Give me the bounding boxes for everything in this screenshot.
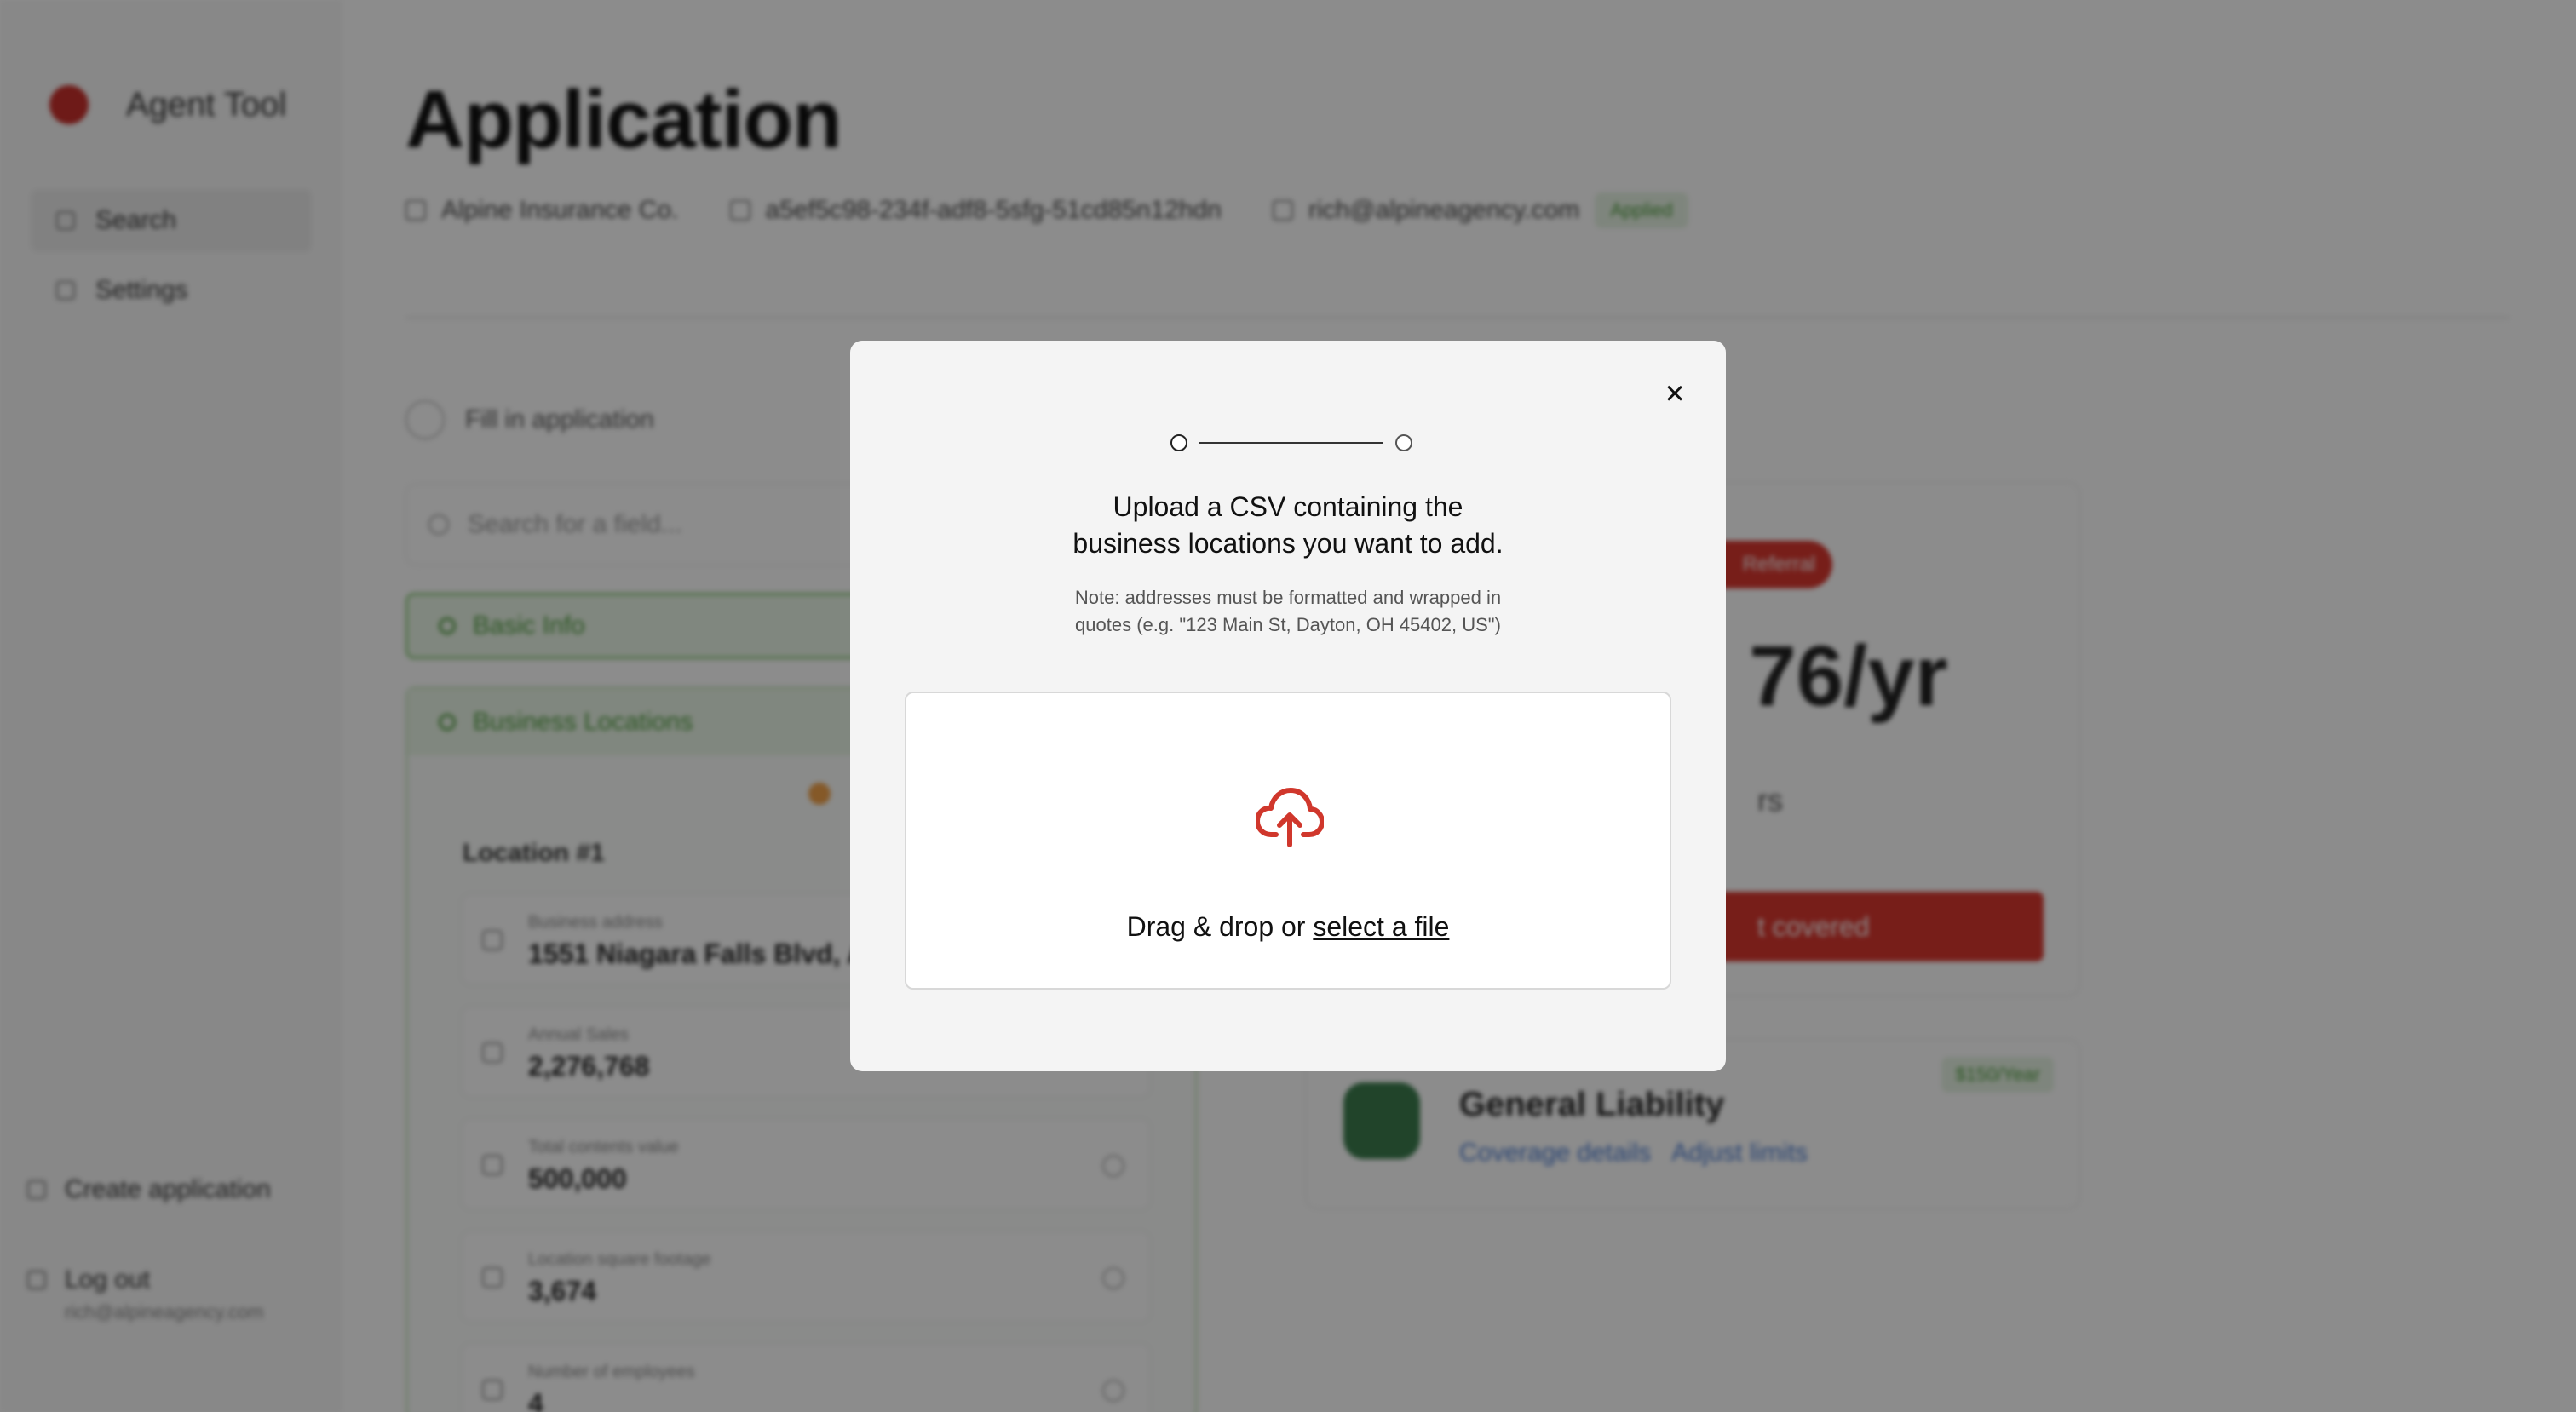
format-note: Note: addresses must be formatted and wr… <box>850 584 1726 639</box>
step-2-dot <box>1395 434 1412 451</box>
heading-line: Upload a CSV containing the <box>1113 491 1463 522</box>
select-file-link[interactable]: select a file <box>1313 911 1449 942</box>
note-line: quotes (e.g. "123 Main St, Dayton, OH 45… <box>1075 614 1501 635</box>
modal-heading: Upload a CSV containing the business loc… <box>850 489 1726 562</box>
step-connector <box>1199 442 1383 444</box>
dropzone-text: Drag & drop or select a file <box>906 911 1670 943</box>
drop-label: Drag & drop or <box>1126 911 1314 942</box>
heading-line: business locations you want to add. <box>1072 528 1504 559</box>
cloud-upload-icon <box>1256 788 1324 847</box>
step-indicator <box>1170 433 1412 453</box>
note-line: Note: addresses must be formatted and wr… <box>1074 587 1502 608</box>
close-icon[interactable]: × <box>1659 376 1690 410</box>
upload-csv-modal: × Upload a CSV containing the business l… <box>850 341 1726 1071</box>
file-dropzone[interactable]: Drag & drop or select a file <box>905 692 1671 990</box>
step-1-dot <box>1170 434 1187 451</box>
